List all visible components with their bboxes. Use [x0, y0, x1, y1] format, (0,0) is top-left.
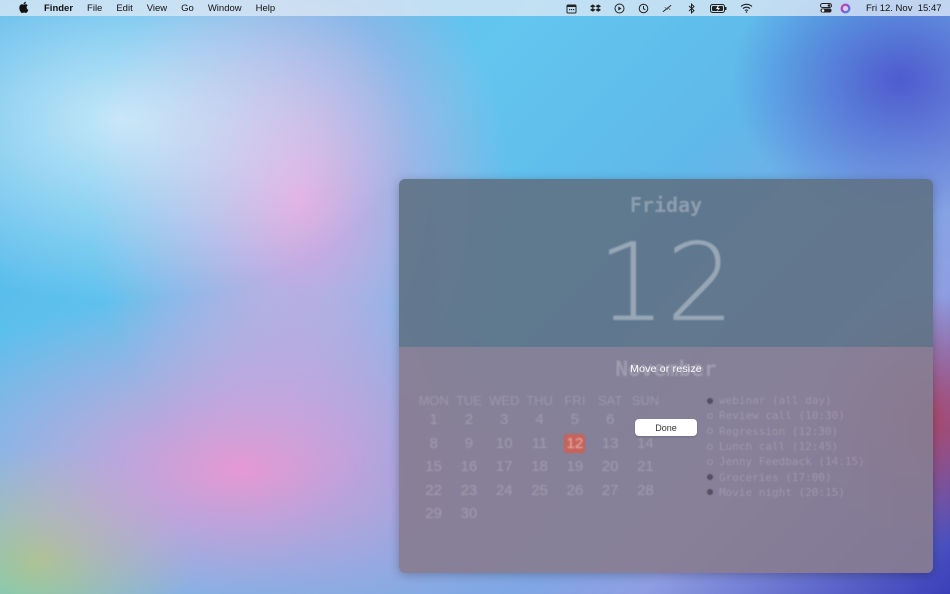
status-icons-right: Fri 12. Nov 15:47 [820, 0, 942, 16]
app-menu-finder[interactable]: Finder [37, 3, 80, 14]
event-text: Movie night (20:15) [719, 485, 845, 499]
event-bullet-icon [707, 428, 713, 435]
week-row: 22 23 24 25 26 27 28 [416, 479, 692, 503]
weekday-label: TUE [455, 393, 482, 408]
day-name: Friday [629, 193, 703, 217]
calendar-day: 6 [605, 411, 615, 429]
event-item: Review call (10:30) [707, 408, 927, 423]
event-item: Jenny Feedback (14:15) [707, 454, 927, 469]
apple-menu-icon[interactable] [12, 1, 37, 16]
calendar-day: 5 [570, 411, 579, 429]
slash-icon[interactable] [662, 3, 673, 14]
weekday-label: THU [526, 393, 553, 408]
calendar-day: 28 [637, 481, 654, 499]
calendar-day: 11 [531, 434, 548, 452]
calendar-day: 24 [495, 481, 513, 499]
event-text: Jenny Feedback (14:15) [719, 455, 865, 469]
event-bullet-icon [707, 443, 713, 450]
calendar-icon[interactable] [566, 3, 577, 14]
calendar-day: 20 [601, 458, 619, 476]
event-text: webinar (all day) [719, 394, 832, 408]
day-number: 12 [597, 221, 735, 346]
calendar-day: 27 [601, 481, 619, 499]
time-machine-icon[interactable] [638, 3, 649, 14]
menu-view[interactable]: View [140, 3, 174, 14]
week-row: 29 30 [416, 502, 692, 526]
menu-bar-left: Finder File Edit View Go Window Help [0, 1, 282, 16]
menu-clock[interactable]: Fri 12. Nov 15:47 [866, 3, 942, 14]
calendar-day: 13 [601, 434, 619, 452]
bluetooth-icon[interactable] [686, 2, 697, 14]
event-item: Regression (12:30) [707, 424, 927, 439]
calendar-day: 17 [495, 458, 513, 476]
event-bullet-icon [707, 412, 713, 419]
calendar-day: 29 [425, 505, 442, 523]
event-item: Groceries (17:00) [707, 469, 927, 484]
calendar-widget[interactable]: Friday 12 November MON TUE WED THU FRI S… [399, 179, 933, 573]
done-button[interactable]: Done [635, 419, 697, 436]
event-text: Regression (12:30) [719, 424, 839, 438]
event-item: Lunch call (12:45) [707, 439, 927, 454]
calendar-day: 18 [531, 458, 548, 476]
event-bullet-icon [707, 489, 713, 496]
calendar-day: 10 [495, 434, 513, 452]
event-bullet-icon [707, 397, 713, 404]
play-circle-icon[interactable] [614, 3, 625, 14]
siri-icon[interactable] [840, 3, 851, 14]
calendar-day: 15 [425, 458, 442, 476]
month-grid: MON TUE WED THU FRI SAT SUN 1 2 3 4 5 6 8 9 10 11… [416, 393, 692, 526]
calendar-day: 21 [637, 458, 654, 476]
event-bullet-icon [707, 458, 713, 465]
calendar-day: 25 [531, 481, 548, 499]
calendar-day: 14 [637, 434, 654, 452]
menu-window[interactable]: Window [201, 3, 249, 14]
battery-icon[interactable] [710, 3, 727, 14]
event-item: webinar (all day) [707, 393, 927, 408]
week-row: 15 16 17 18 19 20 21 [416, 455, 692, 479]
weekday-label: SUN [631, 393, 660, 408]
calendar-day: 26 [566, 481, 584, 499]
status-icons [566, 0, 753, 16]
menu-file[interactable]: File [80, 3, 109, 14]
calendar-day: 2 [464, 411, 474, 429]
calendar-day: 30 [460, 505, 478, 523]
menu-help[interactable]: Help [249, 3, 283, 14]
weekday-label: MON [418, 393, 449, 408]
move-or-resize-label: Move or resize [630, 363, 702, 375]
weekday-header: MON TUE WED THU FRI SAT SUN [416, 393, 692, 408]
calendar-day: 8 [429, 434, 438, 452]
menu-bar: Finder File Edit View Go Window Help Fri… [0, 0, 950, 16]
weekday-label: FRI [564, 393, 586, 408]
event-text: Lunch call (12:45) [719, 440, 839, 454]
menu-edit[interactable]: Edit [109, 3, 139, 14]
event-text: Groceries (17:00) [719, 470, 832, 484]
calendar-day: 4 [535, 411, 544, 429]
weekday-label: SAT [597, 393, 623, 408]
calendar-day: 19 [566, 458, 584, 476]
calendar-day: 1 [429, 411, 438, 429]
calendar-day: 23 [460, 481, 478, 499]
event-list: webinar (all day) Review call (10:30) Regr… [707, 393, 927, 500]
calendar-day: 3 [500, 411, 509, 429]
menu-go[interactable]: Go [174, 3, 201, 14]
control-center-icon[interactable] [820, 3, 832, 14]
calendar-day-today: 12 [564, 433, 586, 453]
calendar-day: 22 [425, 481, 442, 499]
weekday-label: WED [489, 393, 520, 408]
event-text: Review call (10:30) [719, 409, 845, 423]
wifi-icon[interactable] [740, 3, 753, 14]
event-bullet-icon [707, 474, 713, 481]
event-item: Movie night (20:15) [707, 485, 927, 500]
dropbox-icon[interactable] [590, 3, 601, 14]
calendar-day: 9 [464, 434, 474, 452]
calendar-day: 16 [460, 458, 478, 476]
